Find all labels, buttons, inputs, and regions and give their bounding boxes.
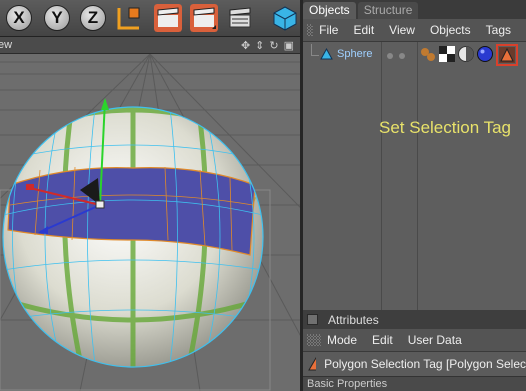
tree-connector xyxy=(311,44,319,56)
panel-toggle-icon[interactable] xyxy=(307,314,318,325)
cube-button[interactable] xyxy=(272,4,298,32)
polygon-selection-tag-icon xyxy=(308,357,317,371)
tab-structure[interactable]: Structure xyxy=(357,2,419,19)
main-toolbar: X Y Z xyxy=(0,0,300,37)
y-axis-lock-button[interactable]: Y xyxy=(44,4,70,32)
zoom-icon[interactable]: ⇕ xyxy=(255,39,264,52)
render-view-icon xyxy=(154,4,182,32)
maximize-icon[interactable]: ▣ xyxy=(284,39,294,52)
menu-user-data[interactable]: User Data xyxy=(408,333,462,347)
x-axis-lock-button[interactable]: X xyxy=(6,4,32,32)
material-tag-icon[interactable] xyxy=(458,46,474,62)
y-axis-lock-icon: Y xyxy=(44,5,70,31)
menu-view[interactable]: View xyxy=(389,23,415,37)
cinema4d-window: X Y Z ew ✥ ⇕ ↻ ▣ Objects Structure File … xyxy=(0,0,526,391)
object-name[interactable]: Sphere xyxy=(337,48,372,60)
list-item[interactable]: Sphere xyxy=(303,44,526,66)
world-coordinate-icon xyxy=(117,7,140,30)
x-axis-lock-icon: X xyxy=(6,5,32,31)
grip-icon[interactable] xyxy=(307,334,321,346)
cube-icon xyxy=(273,6,297,31)
visibility-dots-icon[interactable] xyxy=(387,52,409,60)
tag-title: Polygon Selection Tag [Polygon Selec xyxy=(324,357,526,371)
viewport-header: ew ✥ ⇕ ↻ ▣ xyxy=(0,37,300,54)
menu-edit[interactable]: Edit xyxy=(372,333,393,347)
attributes-title: Attributes xyxy=(328,312,379,327)
polygon-selection-tag-icon[interactable] xyxy=(496,44,518,66)
grip-icon[interactable] xyxy=(307,24,314,36)
sphere-object[interactable] xyxy=(2,106,264,370)
menu-mode[interactable]: Mode xyxy=(327,333,357,347)
basic-properties-section[interactable]: Basic Properties xyxy=(303,376,526,391)
attributes-manager: Attributes Mode Edit User Data Polygon S… xyxy=(303,310,526,391)
sphere-object-icon xyxy=(320,48,333,60)
object-manager-tabs: Objects Structure xyxy=(303,0,526,19)
viewport-menu-view[interactable]: ew xyxy=(0,39,12,51)
attributes-object-title: Polygon Selection Tag [Polygon Selec xyxy=(303,352,526,376)
coordinate-system-button[interactable] xyxy=(114,4,144,32)
phong-tag-icon[interactable] xyxy=(420,46,436,62)
move-icon[interactable]: ✥ xyxy=(241,39,250,52)
object-manager-menubar: File Edit View Objects Tags xyxy=(303,19,526,42)
object-manager: Objects Structure File Edit View Objects… xyxy=(303,0,526,310)
menu-objects[interactable]: Objects xyxy=(430,23,471,37)
render-settings-icon xyxy=(229,7,251,28)
render-view-button[interactable] xyxy=(154,4,182,32)
z-axis-lock-icon: Z xyxy=(80,5,106,31)
attributes-menubar: Mode Edit User Data xyxy=(303,329,526,352)
menu-file[interactable]: File xyxy=(319,23,338,37)
render-picture-viewer-icon xyxy=(190,4,218,32)
object-list: Sphere Set Selection Tag xyxy=(303,42,526,310)
render-picture-viewer-button[interactable] xyxy=(190,4,218,32)
scene-view[interactable] xyxy=(0,54,300,391)
tab-objects[interactable]: Objects xyxy=(303,2,356,19)
render-settings-button[interactable] xyxy=(226,4,254,32)
perspective-viewport[interactable]: ew ✥ ⇕ ↻ ▣ xyxy=(0,37,300,391)
texture-tag-icon[interactable] xyxy=(439,46,455,62)
menu-edit[interactable]: Edit xyxy=(353,23,374,37)
material-tag-blue-icon[interactable] xyxy=(477,46,493,62)
z-axis-lock-button[interactable]: Z xyxy=(80,4,106,32)
attributes-header: Attributes xyxy=(303,310,526,329)
menu-tags[interactable]: Tags xyxy=(486,23,511,37)
annotation-callout: Set Selection Tag xyxy=(379,118,511,137)
rotate-icon[interactable]: ↻ xyxy=(269,39,278,52)
